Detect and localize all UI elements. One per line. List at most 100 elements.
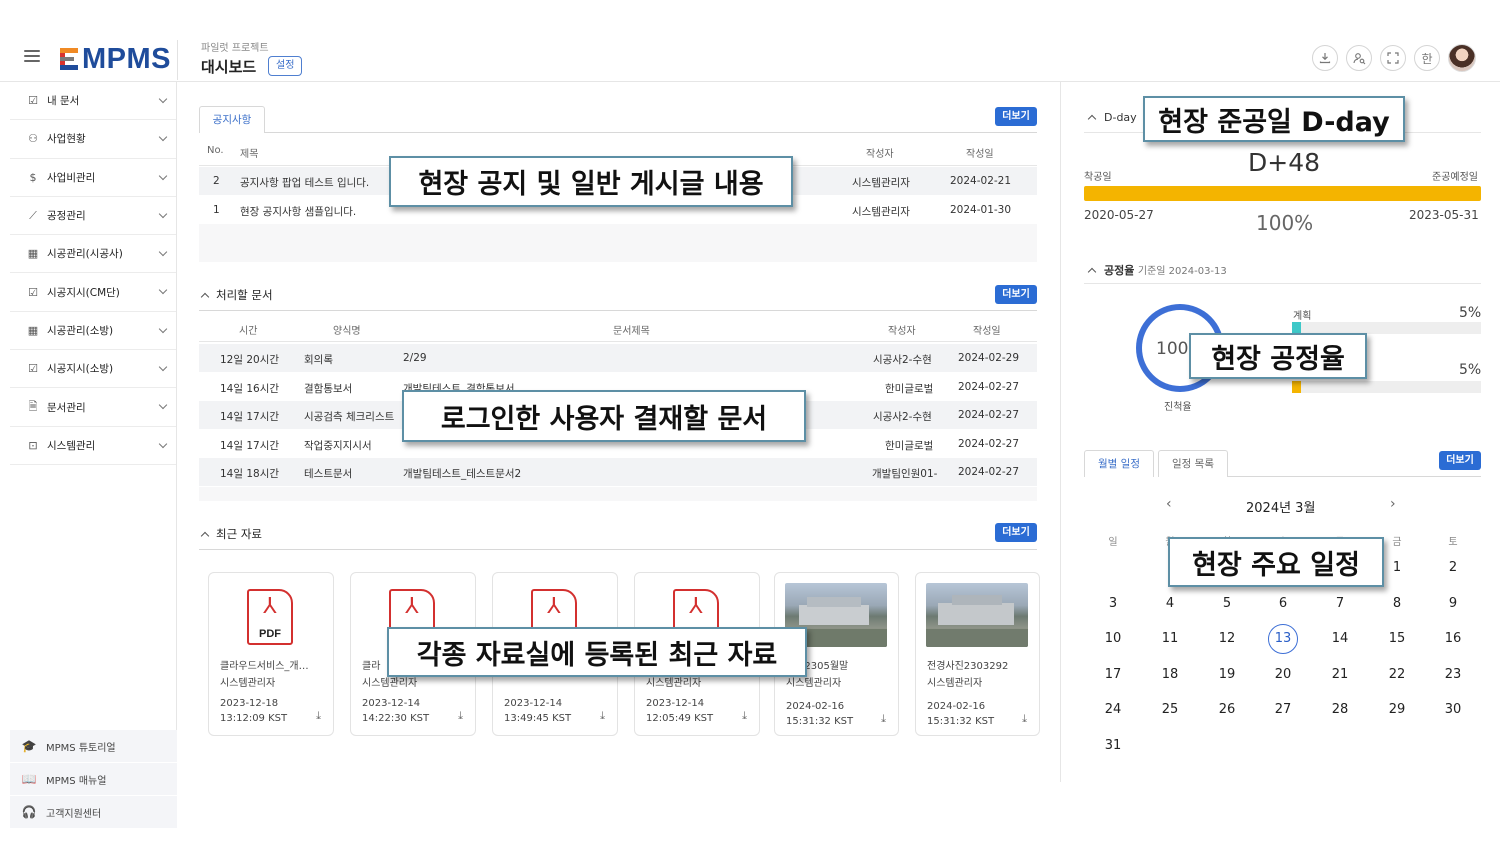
calendar-day[interactable]: 20 (1267, 664, 1299, 686)
pending-col-form: 양식명 (333, 326, 361, 337)
dday-title: D-day (1104, 111, 1137, 124)
calendar-day[interactable]: 5 (1211, 593, 1243, 615)
sidebar-link-tutorial[interactable]: 🎓 MPMS 튜토리얼 (10, 730, 177, 763)
sidebar-item-instruction-cm[interactable]: ☑ 시공지시(CM단) (10, 273, 176, 312)
calendar-day[interactable]: 7 (1324, 593, 1356, 615)
user-avatar[interactable] (1448, 44, 1476, 72)
recent-section-title[interactable]: 최근 자료 (200, 526, 262, 542)
breadcrumb[interactable]: 파일럿 프로젝트 (201, 39, 269, 54)
notice-col-no: No. (207, 145, 224, 156)
calendar-day[interactable]: 16 (1437, 628, 1469, 650)
calendar-day[interactable]: 28 (1324, 699, 1356, 721)
calendar-day[interactable]: 24 (1097, 699, 1129, 721)
settings-button[interactable]: 설정 (268, 56, 303, 76)
calendar-day[interactable]: 27 (1267, 699, 1299, 721)
sidebar-item-documents[interactable]: 🗎 문서관리 (10, 388, 176, 427)
pdf-file-icon: ⅄ PDF (247, 589, 293, 645)
trend-icon: ⟋ (29, 208, 37, 222)
download-icon[interactable]: ⤓ (881, 712, 886, 726)
calendar-day[interactable]: 25 (1154, 699, 1186, 721)
calendar-day[interactable]: 9 (1437, 593, 1469, 615)
sidebar-item-label: 시공지시(소방) (47, 363, 114, 376)
recent-photo-card[interactable]: 전경사진2303292 시스템관리자 2024-02-16 15:31:32 K… (915, 572, 1040, 736)
calendar-day[interactable]: 1 (1381, 557, 1413, 579)
calendar-day[interactable]: 18 (1154, 664, 1186, 686)
table-row[interactable]: 14일 18시간 테스트문서 개발팀테스트_테스트문서2 개발팀인원01- 20… (199, 458, 1037, 486)
calendar-day[interactable]: 10 (1097, 628, 1129, 650)
chevron-down-icon (158, 247, 168, 257)
pending-doc-title[interactable]: 개발팀테스트_테스트문서2 (403, 466, 521, 481)
rate-section-title[interactable]: 공정율 기준일 2024-03-13 (1087, 262, 1227, 278)
notice-title[interactable]: 현장 공지사항 샘플입니다. (240, 204, 356, 219)
calendar-day[interactable]: 12 (1211, 628, 1243, 650)
calendar-more-button[interactable]: 더보기 (1439, 451, 1481, 470)
rate-base-date: 기준일 2024-03-13 (1137, 266, 1227, 277)
sidebar-link-support[interactable]: 🎧 고객지원센터 (10, 796, 177, 829)
download-icon[interactable]: ⤓ (1022, 712, 1027, 726)
download-icon[interactable]: ⤓ (458, 709, 463, 723)
sidebar-item-my-docs[interactable]: ☑ 내 문서 (10, 82, 176, 121)
sidebar-item-system[interactable]: ⊡ 시스템관리 (10, 427, 176, 465)
pending-author: 개발팀인원01- (872, 468, 938, 480)
sidebar-item-instruction-fire[interactable]: ☑ 시공지시(소방) (10, 350, 176, 389)
calendar-day[interactable]: 2 (1437, 557, 1469, 579)
notice-more-button[interactable]: 더보기 (995, 107, 1037, 126)
file-date: 2023-12-18 (220, 698, 279, 709)
calendar-day[interactable]: 6 (1267, 593, 1299, 615)
chevron-down-icon (158, 401, 168, 410)
file-date: 2023-12-14 (362, 698, 421, 709)
dday-section-title[interactable]: D-day (1087, 111, 1137, 124)
people-icon: ⚇ (28, 132, 38, 146)
sidebar-item-construction-contractor[interactable]: ▦ 시공관리(시공사) (10, 235, 176, 274)
calendar-day[interactable]: 22 (1381, 664, 1413, 686)
sidebar-item-process[interactable]: ⟋ 공정관리 (10, 197, 176, 236)
notice-title[interactable]: 공지사항 팝업 테스트 입니다. (240, 175, 369, 190)
calendar-day[interactable]: 4 (1154, 593, 1186, 615)
tab-schedule-list[interactable]: 일정 목록 (1158, 450, 1228, 477)
pending-section-title[interactable]: 처리할 문서 (200, 287, 273, 303)
language-icon[interactable]: 한 (1414, 45, 1440, 71)
download-icon[interactable] (1312, 45, 1338, 71)
calendar-day[interactable]: 17 (1097, 664, 1129, 686)
sidebar-item-label: 문서관리 (47, 401, 86, 414)
sidebar-item-business-status[interactable]: ⚇ 사업현황 (10, 120, 176, 159)
calendar-day[interactable]: 21 (1324, 664, 1356, 686)
calendar-day[interactable]: 29 (1381, 699, 1413, 721)
file-date: 2023-12-14 (504, 698, 563, 709)
graduation-icon: 🎓 (21, 739, 37, 753)
calendar-day-today[interactable]: 13 (1268, 624, 1298, 654)
sidebar-item-construction-fire[interactable]: ▦ 시공관리(소방) (10, 312, 176, 351)
callout-pending: 로그인한 사용자 결재할 문서 (402, 390, 806, 442)
calendar-day[interactable]: 8 (1381, 593, 1413, 615)
calendar-day[interactable]: 11 (1154, 628, 1186, 650)
chevron-down-icon (158, 324, 168, 334)
download-icon[interactable]: ⤓ (600, 709, 605, 723)
recent-more-button[interactable]: 더보기 (995, 523, 1037, 542)
sidebar-item-label: 사업비관리 (47, 171, 96, 184)
tab-notice[interactable]: 공지사항 (199, 106, 265, 133)
calendar-day[interactable]: 14 (1324, 628, 1356, 650)
fullscreen-icon[interactable] (1380, 45, 1406, 71)
pending-doc-title[interactable]: 2/29 (403, 352, 427, 364)
calendar-day[interactable]: 3 (1097, 593, 1129, 615)
sidebar-item-label: 시스템관리 (47, 439, 96, 452)
user-search-icon[interactable] (1346, 45, 1372, 71)
download-icon[interactable]: ⤓ (742, 709, 747, 723)
pending-more-button[interactable]: 더보기 (995, 285, 1037, 304)
download-icon[interactable]: ⤓ (316, 709, 321, 723)
calendar-day[interactable]: 26 (1211, 699, 1243, 721)
calendar-day[interactable]: 19 (1211, 664, 1243, 686)
calendar-day[interactable]: 23 (1437, 664, 1469, 686)
sidebar-item-budget[interactable]: $ 사업비관리 (10, 159, 176, 197)
calendar-day[interactable]: 15 (1381, 628, 1413, 650)
calendar-day[interactable]: 30 (1437, 699, 1469, 721)
mpms-logo[interactable]: MPMS (58, 42, 171, 76)
recent-file-card[interactable]: ⅄ PDF 클라우드서비스_개… 시스템관리자 2023-12-18 13:12:… (208, 572, 334, 736)
sidebar-link-manual[interactable]: 📖 MPMS 매뉴얼 (10, 763, 177, 796)
hamburger-menu-icon[interactable] (24, 50, 40, 64)
calendar-day[interactable]: 31 (1097, 735, 1129, 757)
prev-month-icon[interactable]: ‹ (1166, 496, 1172, 512)
table-row[interactable]: 12일 20시간 회의록 2/29 시공사2-수현 2024-02-29 (199, 344, 1037, 372)
next-month-icon[interactable]: › (1390, 496, 1396, 512)
tab-monthly-schedule[interactable]: 월별 일정 (1084, 450, 1154, 477)
